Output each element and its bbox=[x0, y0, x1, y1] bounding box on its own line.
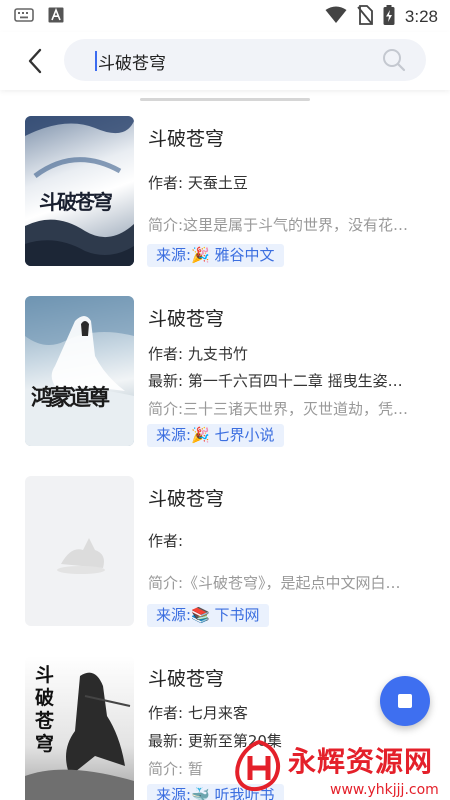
status-bar: 3:28 bbox=[0, 0, 450, 32]
battery-charging-icon bbox=[383, 5, 395, 29]
list-item[interactable]: 鸿蒙道尊 斗破苍穹 作者: 九支书竹 最新: 第一千六百四十二章 摇曳生姿… 简… bbox=[0, 296, 450, 466]
back-button[interactable] bbox=[18, 44, 52, 78]
book-title: 斗破苍穹 bbox=[148, 308, 225, 330]
search-input[interactable]: 斗破苍穹 bbox=[64, 39, 426, 81]
list-item[interactable]: 斗破苍穹 斗破苍穹 作者: 天蚕土豆 简介:这里是属于斗气的世界，没有花… 来源… bbox=[0, 116, 450, 286]
book-cover: 鸿蒙道尊 bbox=[25, 296, 134, 446]
watermark-url: www.yhkjjj.com bbox=[330, 782, 439, 798]
list-item[interactable]: 斗破苍穹 作者: 简介:《斗破苍穹》，是起点中文网白… 来源:📚 下书网 bbox=[0, 476, 450, 646]
book-cover-placeholder bbox=[25, 476, 134, 626]
book-title: 斗破苍穹 bbox=[148, 668, 225, 690]
text-cursor bbox=[95, 51, 97, 71]
book-intro: 简介:三十三诸天世界，灭世道劫，凭… bbox=[148, 400, 409, 418]
book-cover: 斗破苍穹 bbox=[25, 116, 134, 266]
chevron-left-icon bbox=[28, 48, 42, 74]
search-toolbar: 斗破苍穹 bbox=[0, 32, 450, 90]
source-badge: 来源:🎉 七界小说 bbox=[147, 424, 284, 447]
cover-title-text: 斗破苍穹 bbox=[39, 190, 113, 214]
status-time: 3:28 bbox=[404, 7, 438, 26]
book-cover: 斗破苍穹 bbox=[25, 656, 134, 800]
keyboard-icon bbox=[14, 7, 34, 27]
wifi-icon bbox=[325, 6, 347, 28]
watermark: 永辉资源网 www.yhkjjj.com bbox=[232, 740, 450, 800]
app-notification-icon bbox=[48, 7, 64, 27]
book-intro: 简介:《斗破苍穹》，是起点中文网白… bbox=[148, 574, 401, 592]
search-icon[interactable] bbox=[382, 48, 406, 72]
no-sim-icon bbox=[357, 5, 373, 29]
cover-title-text: 斗破苍穹 bbox=[35, 664, 55, 755]
book-author: 作者: 天蚕土豆 bbox=[148, 174, 248, 192]
watermark-logo-icon bbox=[235, 740, 280, 792]
source-badge: 来源:📚 下书网 bbox=[147, 604, 269, 627]
cover-title-text: 鸿蒙道尊 bbox=[31, 385, 110, 411]
scroll-indicator bbox=[140, 98, 310, 101]
book-title: 斗破苍穹 bbox=[148, 488, 225, 510]
stop-icon bbox=[398, 694, 412, 708]
source-badge: 来源:🎉 雅谷中文 bbox=[147, 244, 284, 267]
stop-search-button[interactable] bbox=[380, 676, 430, 726]
search-query-text: 斗破苍穹 bbox=[98, 54, 166, 74]
book-intro: 简介:这里是属于斗气的世界，没有花… bbox=[148, 216, 409, 234]
book-title: 斗破苍穹 bbox=[148, 128, 225, 150]
book-author: 作者: 九支书竹 bbox=[148, 345, 248, 363]
book-author: 作者: bbox=[148, 532, 184, 550]
watermark-text: 永辉资源网 bbox=[288, 745, 434, 778]
book-latest-chapter: 最新: 第一千六百四十二章 摇曳生姿… bbox=[148, 372, 403, 390]
